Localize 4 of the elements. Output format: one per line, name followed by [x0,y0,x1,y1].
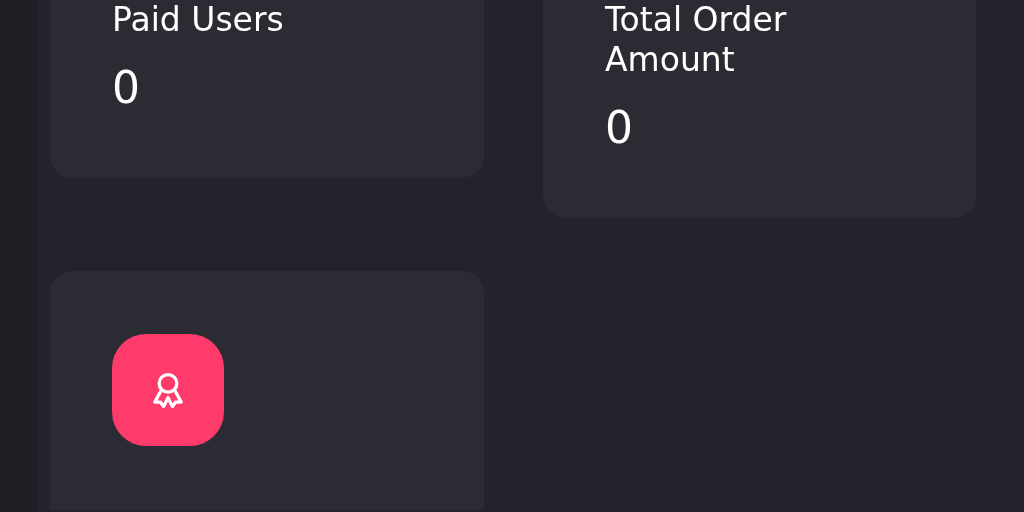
card-value: 0 [605,103,634,153]
card-title: Paid Users [112,0,285,40]
card-title: Total Order Amount [605,0,788,80]
card-value: 0 [112,63,141,113]
